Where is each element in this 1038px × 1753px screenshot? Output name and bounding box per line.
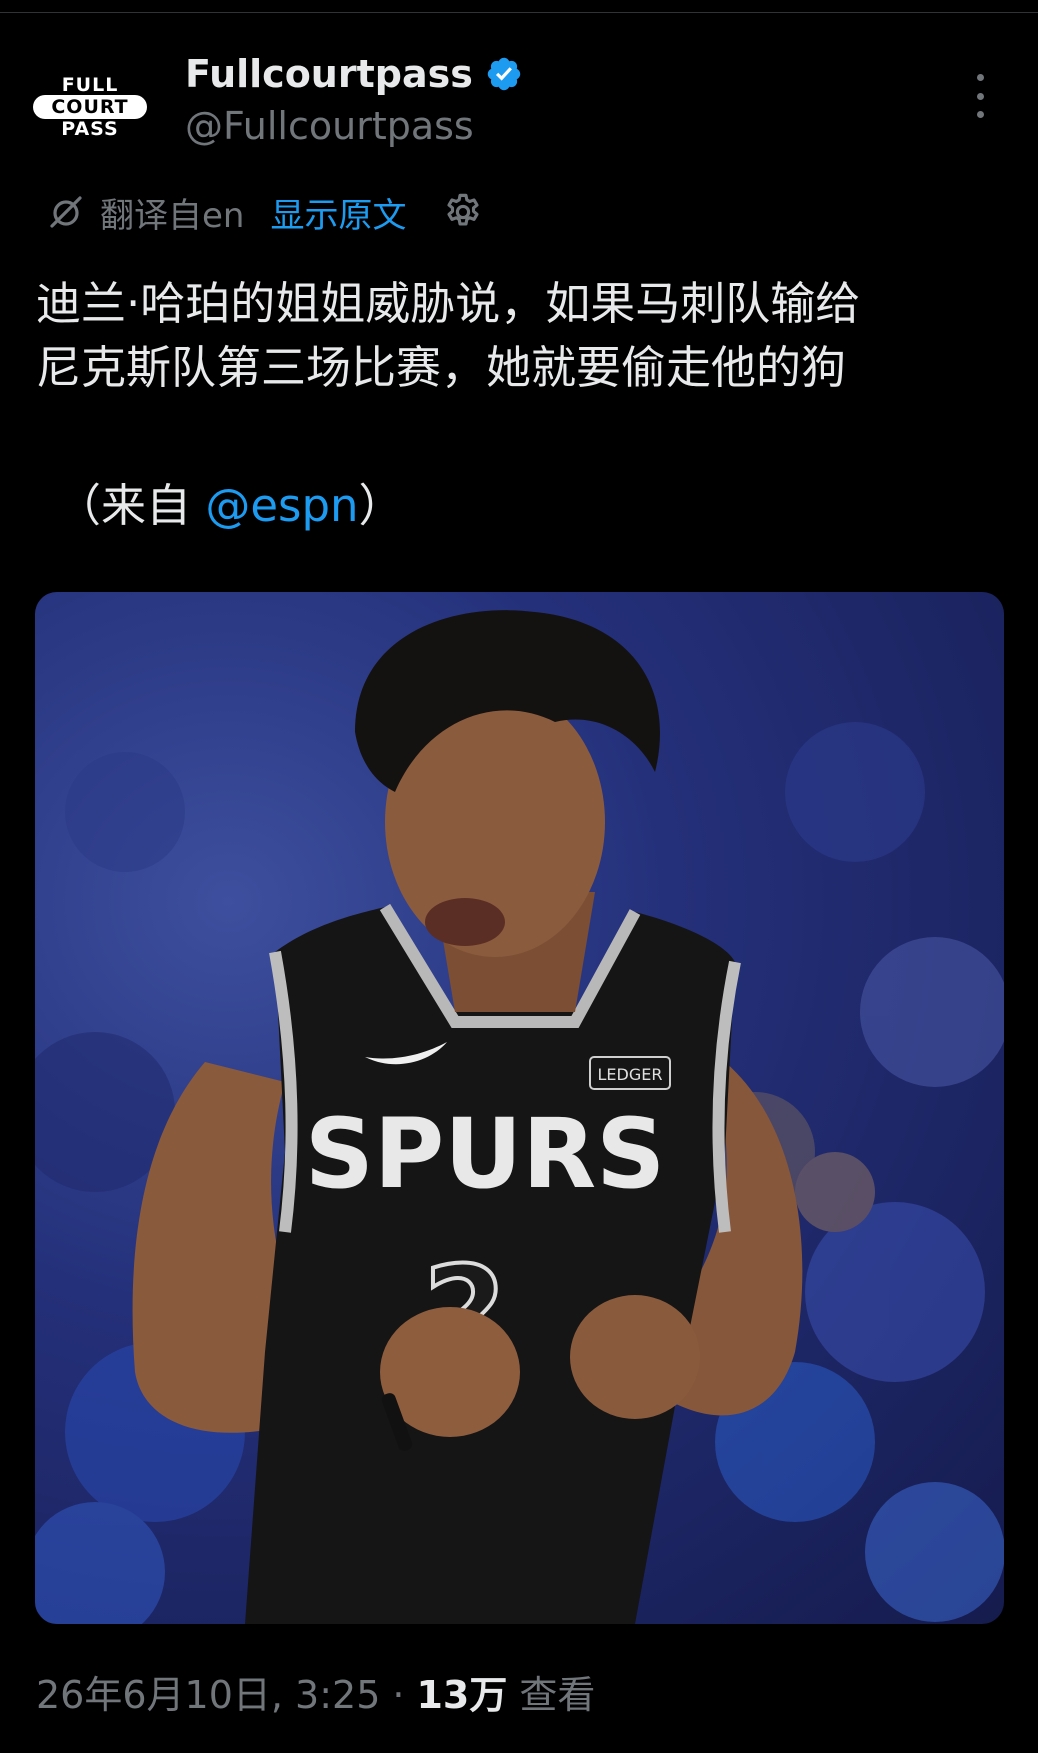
espn-mention-link[interactable]: @espn	[205, 479, 358, 532]
avatar-logo-line2: COURT	[51, 96, 129, 118]
verified-badge-icon[interactable]	[485, 55, 523, 93]
top-divider	[0, 12, 1038, 13]
source-prefix: （来自	[56, 479, 206, 532]
right-fist	[570, 1295, 700, 1419]
gear-icon[interactable]	[442, 191, 484, 233]
more-options-icon[interactable]	[970, 74, 990, 118]
tweet-text: 迪兰·哈珀的姐姐威胁说，如果马刺队输给 尼克斯队第三场比赛，她就要偷走他的狗	[36, 272, 1006, 400]
avatar-logo-line3: PASS	[61, 118, 119, 140]
mouth	[425, 898, 505, 946]
translation-row: 翻译自en 显示原文	[46, 186, 484, 238]
tweet-media-image[interactable]: SPURS 2 LEDGER	[35, 592, 1004, 1624]
view-count: 13万	[416, 1673, 508, 1717]
more-dot	[976, 111, 984, 118]
author-name-row[interactable]: Fullcourtpass	[185, 52, 523, 96]
avatar-logo-band: COURT	[33, 95, 147, 119]
avatar-logo-line1: FULL	[61, 74, 119, 96]
player-photo: SPURS 2 LEDGER	[35, 610, 1004, 1624]
tweet-detail-page: FULL COURT PASS Fullcourtpass @Fullcourt…	[0, 0, 1038, 1753]
translated-from-label: 翻译自en	[100, 195, 245, 236]
views-label: 查看	[519, 1673, 596, 1717]
tweet-line-2: 尼克斯队第三场比赛，她就要偷走他的狗	[36, 341, 847, 394]
tweet-line-1: 迪兰·哈珀的姐姐威胁说，如果马刺队输给	[36, 277, 861, 330]
source-suffix: ）	[358, 479, 404, 532]
translate-icon	[50, 196, 82, 228]
meta-separator: ·	[392, 1673, 405, 1717]
handle[interactable]: @Fullcourtpass	[185, 104, 474, 148]
jersey-patch-text: LEDGER	[598, 1065, 663, 1084]
display-name[interactable]: Fullcourtpass	[185, 52, 473, 96]
jersey-lettering: SPURS	[305, 1098, 666, 1210]
avatar[interactable]: FULL COURT PASS	[26, 62, 154, 152]
timestamp[interactable]: 26年6月10日, 3:25	[36, 1664, 380, 1719]
tweet-source: （来自 @espn）	[56, 474, 404, 538]
show-original-link[interactable]: 显示原文	[270, 188, 406, 237]
tweet-meta: 26年6月10日, 3:25 · 13万 查看	[36, 1664, 595, 1719]
more-dot	[976, 74, 984, 81]
more-dot	[976, 92, 984, 100]
